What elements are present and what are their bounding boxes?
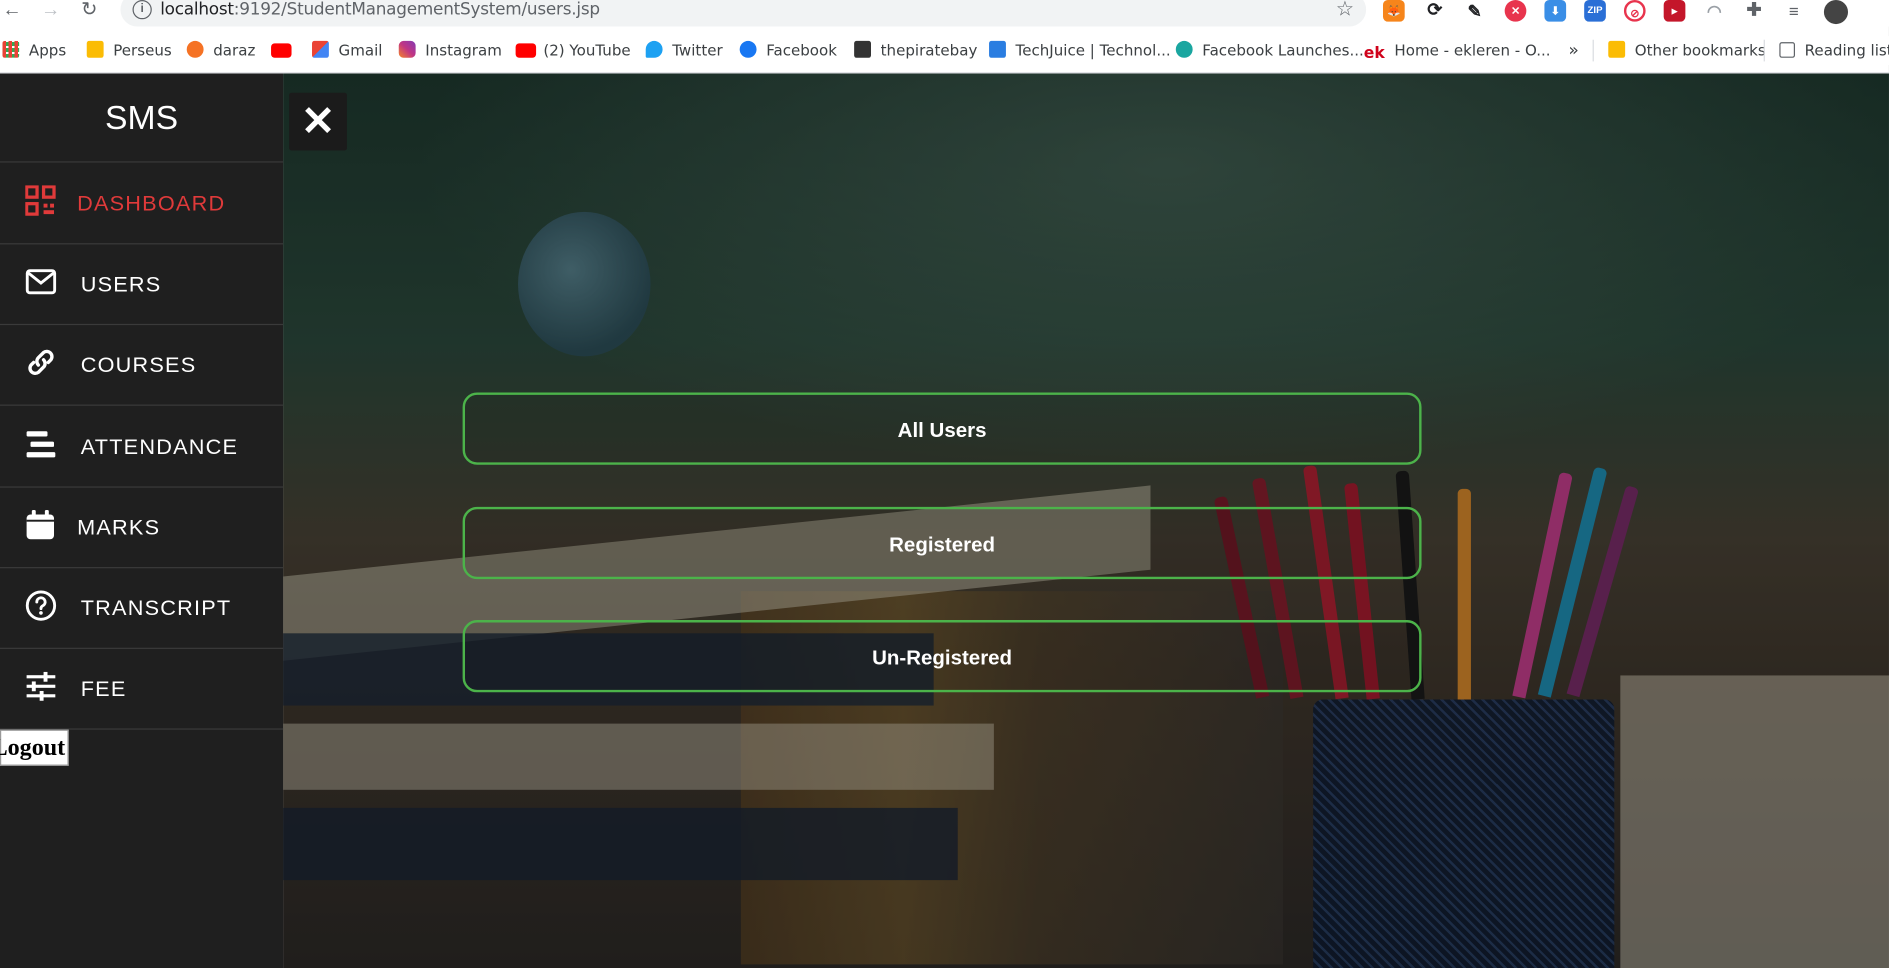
bookmarks-bar: Apps Perseus daraz Gmail Instagram (2) Y… (0, 36, 1889, 66)
sidebar-item-marks[interactable]: MARKS (0, 486, 284, 569)
techjuice-icon (989, 40, 1006, 58)
question-circle-icon (25, 590, 57, 621)
unregistered-button[interactable]: Un-Registered (462, 620, 1422, 693)
envelope-icon (25, 269, 57, 295)
eyedropper-extension-icon[interactable]: ✎ (1464, 0, 1486, 22)
bookmark-ekleren[interactable]: ek Home - ekleren - O... (1364, 40, 1551, 64)
x-extension-icon[interactable]: ✕ (1504, 0, 1527, 22)
bookmark-apps[interactable]: Apps (2, 40, 66, 64)
close-icon: ✕ (300, 98, 336, 145)
bookmark-youtube-1[interactable] (271, 40, 301, 64)
download-extension-icon[interactable]: ⬇ (1544, 0, 1567, 22)
bookmark-perseus[interactable]: Perseus (86, 40, 172, 64)
reading-list-icon (1779, 42, 1796, 58)
ek-icon: ek (1363, 44, 1385, 63)
youtube-icon (271, 43, 292, 58)
sync-extension-icon[interactable]: ⟳ (1424, 0, 1446, 22)
address-bar[interactable]: i localhost:9192/StudentManagementSystem… (120, 0, 1367, 27)
bookmark-twitter[interactable]: Twitter (645, 40, 723, 64)
bars-icon (26, 431, 56, 458)
bookmarks-divider (1763, 39, 1765, 62)
bookmark-instagram[interactable]: Instagram (398, 40, 502, 64)
bookmarks-divider (1592, 39, 1594, 62)
calendar-icon (26, 509, 55, 540)
facebook-icon (739, 40, 757, 58)
profile-avatar[interactable] (1823, 0, 1849, 25)
media-queue-icon[interactable]: ≡ (1783, 0, 1805, 22)
daraz-icon (186, 40, 204, 58)
sidebar-item-transcript[interactable]: TRANSCRIPT (0, 567, 284, 649)
folder-icon (1608, 40, 1626, 58)
sidebar-item-courses[interactable]: COURSES (0, 324, 284, 406)
wave-icon (1175, 40, 1193, 58)
bookmark-other-bookmarks[interactable]: Other bookmarks (1608, 40, 1766, 64)
gmail-icon (312, 40, 329, 58)
sidebar-item-dashboard[interactable]: DASHBOARD (0, 163, 284, 245)
metamask-extension-icon[interactable]: 🦊 (1382, 0, 1405, 22)
reload-icon[interactable]: ↻ (77, 0, 101, 24)
bookmark-gmail[interactable]: Gmail (312, 40, 382, 64)
registered-button[interactable]: Registered (462, 506, 1422, 580)
brand-title: SMS (0, 73, 284, 163)
bookmark-facebook-launches[interactable]: Facebook Launches... (1175, 40, 1364, 64)
block-extension-icon[interactable]: ⊘ (1623, 0, 1646, 22)
logout-button[interactable]: Logout (0, 729, 69, 766)
bookmark-star-icon[interactable]: ☆ (1336, 0, 1354, 22)
site-info-icon[interactable]: i (132, 0, 152, 20)
bookmark-facebook[interactable]: Facebook (739, 40, 837, 64)
sidebar: SMS DASHBOARD USERS COURSES ATTENDANCE M… (0, 73, 284, 968)
all-users-button[interactable]: All Users (462, 392, 1422, 465)
zip-extension-icon[interactable]: ZIP (1584, 0, 1606, 22)
pirate-ship-icon (854, 40, 871, 58)
media-extension-icon[interactable]: ▸ (1663, 0, 1686, 22)
sliders-icon (26, 671, 56, 701)
url-text[interactable]: localhost:9192/StudentManagementSystem/u… (160, 0, 600, 19)
bookmark-thepiratebay[interactable]: thepiratebay (854, 40, 977, 64)
youtube-icon (515, 43, 537, 58)
bookmarks-overflow-button[interactable]: » (1569, 40, 1579, 64)
bookmark-youtube-2[interactable]: (2) YouTube (515, 40, 631, 64)
apps-grid-icon (2, 40, 20, 58)
sidebar-item-users[interactable]: USERS (0, 243, 284, 326)
sidebar-item-fee[interactable]: FEE (0, 648, 284, 730)
forward-icon[interactable]: → (39, 0, 63, 24)
twitter-icon (645, 40, 663, 58)
instagram-icon (398, 40, 416, 58)
close-sidebar-button[interactable]: ✕ (289, 92, 347, 151)
folder-icon (86, 40, 104, 58)
app-viewport: SMS DASHBOARD USERS COURSES ATTENDANCE M… (0, 73, 1889, 968)
sidebar-item-attendance[interactable]: ATTENDANCE (0, 406, 284, 488)
qr-grid-icon (25, 185, 56, 216)
browser-toolbar: ← → ↻ i localhost:9192/StudentManagement… (0, 0, 1889, 27)
arc-extension-icon[interactable]: ◠ (1703, 0, 1725, 22)
puzzle-extensions-icon[interactable]: ✚ (1743, 0, 1765, 22)
reading-list-button[interactable]: Reading list (1779, 40, 1889, 64)
bookmark-daraz[interactable]: daraz (186, 40, 255, 64)
link-icon (28, 349, 54, 376)
back-icon[interactable]: ← (0, 0, 24, 24)
bookmark-techjuice[interactable]: TechJuice | Technol... (989, 40, 1171, 64)
